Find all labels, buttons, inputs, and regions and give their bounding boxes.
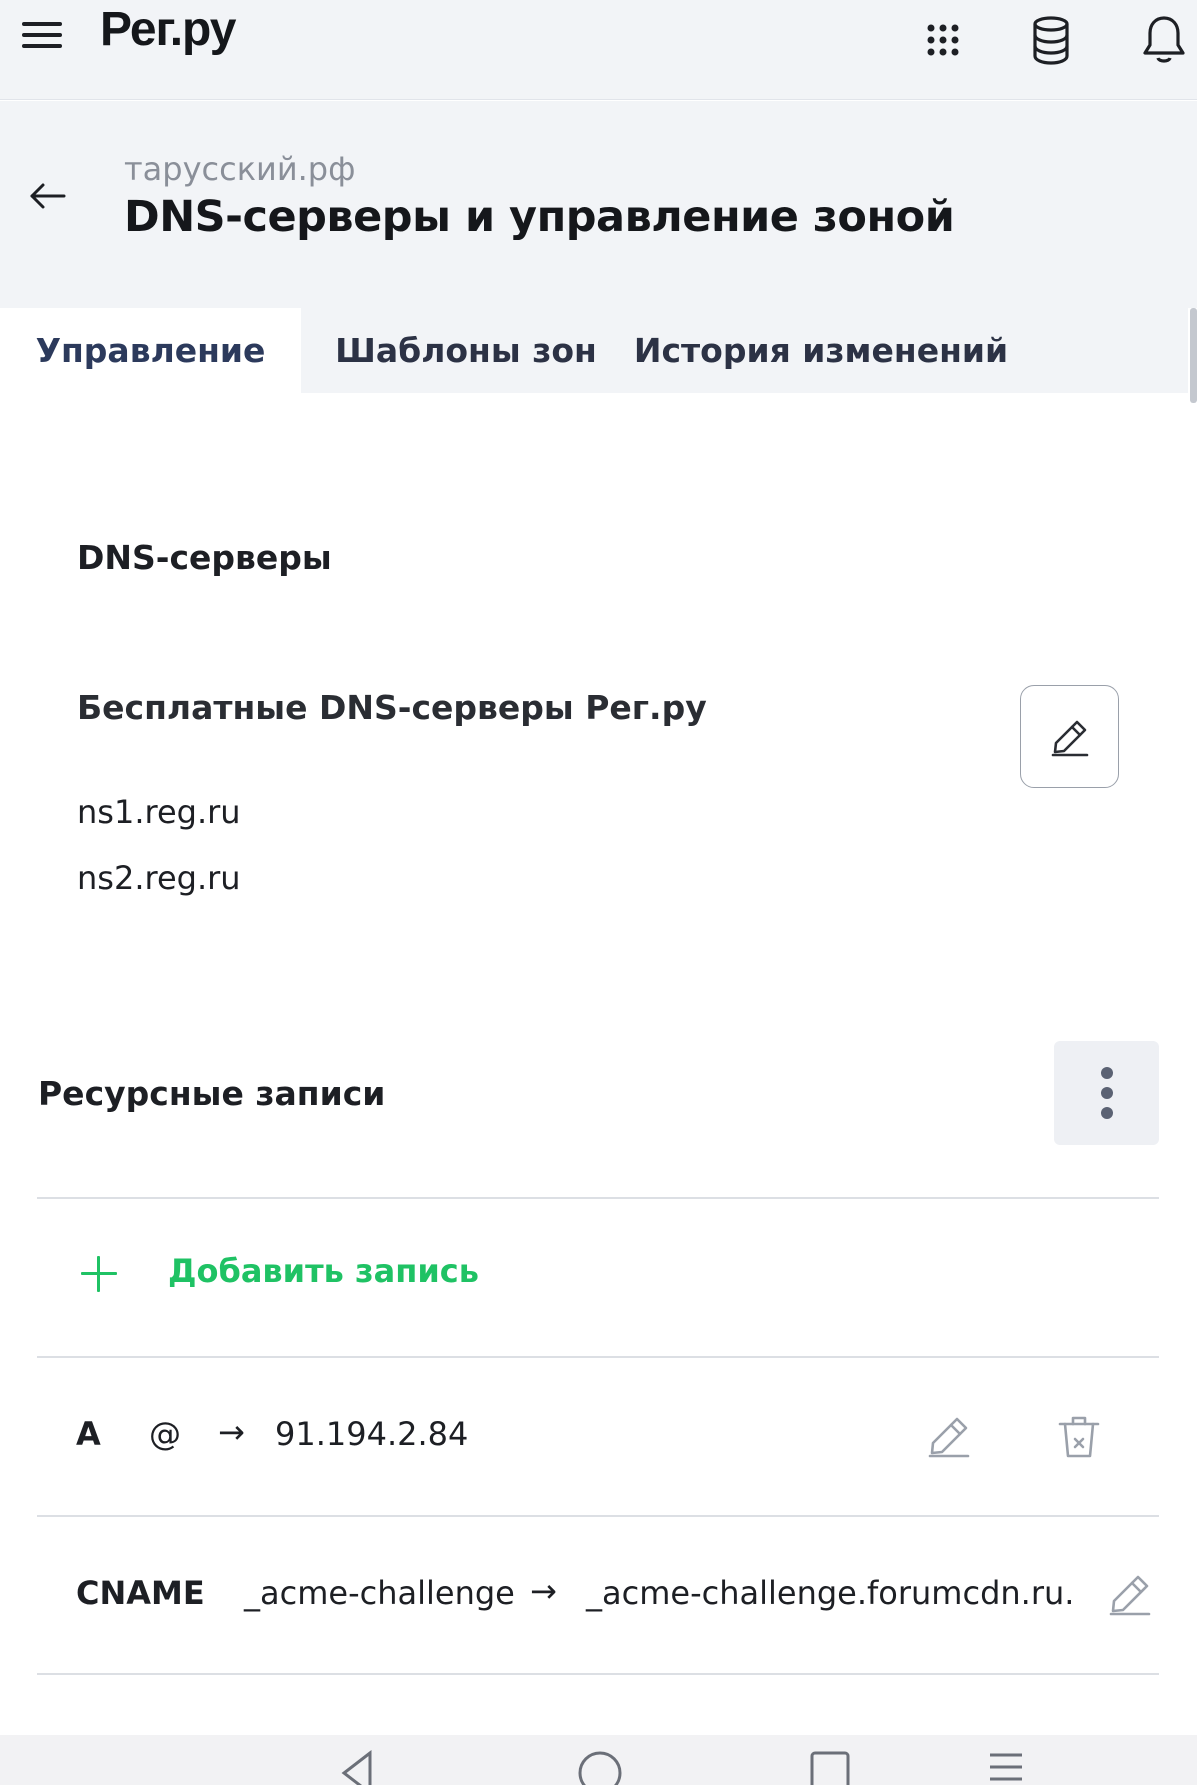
tab-management[interactable]: Управление bbox=[0, 308, 301, 393]
add-record-button[interactable]: Добавить запись bbox=[37, 1200, 1159, 1357]
plus-icon bbox=[81, 1256, 117, 1292]
record-type: A bbox=[76, 1415, 101, 1453]
system-nav-bar bbox=[0, 1735, 1197, 1785]
nav-home-icon[interactable] bbox=[570, 1743, 630, 1785]
divider bbox=[37, 1673, 1159, 1675]
add-record-label: Добавить запись bbox=[168, 1252, 479, 1290]
edit-record-button[interactable] bbox=[921, 1408, 977, 1464]
divider bbox=[37, 1197, 1159, 1199]
apps-grid-icon[interactable] bbox=[911, 8, 975, 72]
resource-records-heading: Ресурсные записи bbox=[38, 1074, 386, 1113]
record-type: CNAME bbox=[76, 1574, 205, 1612]
pencil-icon bbox=[1051, 720, 1088, 756]
ns-server-2: ns2.reg.ru bbox=[77, 859, 241, 897]
database-icon[interactable] bbox=[1019, 8, 1083, 72]
edit-record-button[interactable] bbox=[1102, 1566, 1158, 1622]
breadcrumb-domain[interactable]: тарусский.рф bbox=[124, 150, 355, 188]
arrow-left-icon[interactable] bbox=[20, 168, 76, 224]
record-value: _acme-challenge.forumcdn.ru. bbox=[586, 1574, 1075, 1612]
record-value: 91.194.2.84 bbox=[275, 1415, 469, 1453]
divider bbox=[37, 1356, 1159, 1358]
pencil-icon bbox=[1109, 1575, 1151, 1616]
scrollbar[interactable] bbox=[1190, 308, 1197, 403]
trash-icon[interactable] bbox=[1051, 1408, 1107, 1464]
dns-servers-subtitle: Бесплатные DNS-серверы Рег.ру bbox=[77, 688, 707, 727]
tab-change-history[interactable]: История изменений bbox=[631, 308, 1011, 393]
record-name: _acme-challenge bbox=[244, 1574, 515, 1612]
nav-back-icon[interactable] bbox=[330, 1743, 390, 1785]
more-vertical-icon[interactable] bbox=[1054, 1041, 1159, 1145]
nav-recents-icon[interactable] bbox=[800, 1743, 860, 1785]
arrow-right-icon: → bbox=[530, 1572, 557, 1610]
dns-servers-heading: DNS-серверы bbox=[77, 538, 332, 577]
tab-bar: Управление Шаблоны зон История изменений bbox=[0, 308, 1188, 393]
top-bar: Рег.ру bbox=[0, 0, 1197, 100]
edit-dns-servers-button[interactable] bbox=[1020, 685, 1119, 788]
app-logo[interactable]: Рег.ру bbox=[100, 2, 236, 57]
page-title: DNS-серверы и управление зоной bbox=[124, 192, 955, 242]
bell-icon[interactable] bbox=[1132, 8, 1196, 72]
tab-zone-templates[interactable]: Шаблоны зон bbox=[301, 308, 631, 393]
divider bbox=[37, 1515, 1159, 1517]
record-name: @ bbox=[149, 1415, 181, 1453]
pencil-icon bbox=[928, 1417, 970, 1458]
nav-menu-icon[interactable] bbox=[976, 1743, 1036, 1785]
ns-server-1: ns1.reg.ru bbox=[77, 793, 241, 831]
arrow-right-icon: → bbox=[218, 1413, 245, 1451]
menu-icon[interactable] bbox=[22, 22, 62, 50]
